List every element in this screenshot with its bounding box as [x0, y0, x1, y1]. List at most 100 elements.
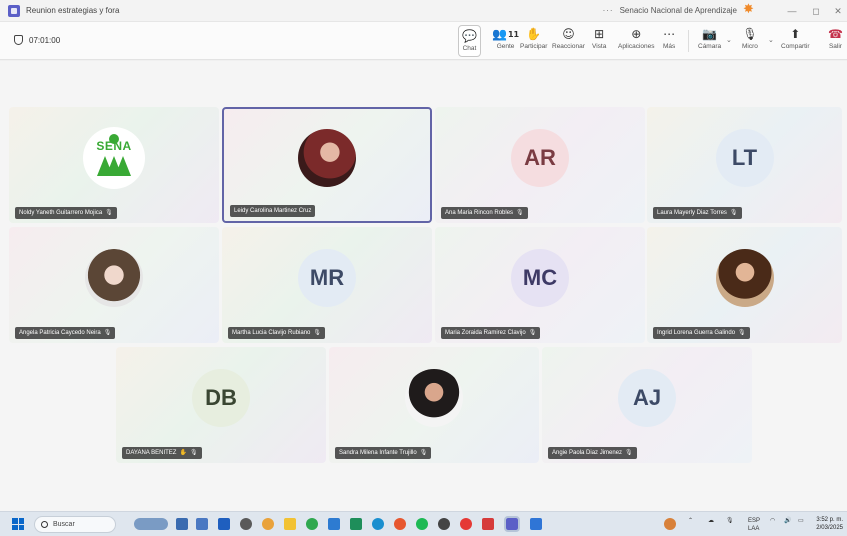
- participant-tile[interactable]: MR Martha Lucia Clavijo Rubiano 🎙: [222, 227, 432, 343]
- battery-icon[interactable]: ▭: [798, 517, 804, 524]
- close-icon[interactable]: ✕: [831, 4, 845, 18]
- leave-button[interactable]: ☎ Salir: [828, 25, 843, 57]
- participant-nameplate: Martha Lucia Clavijo Rubiano 🎙: [228, 327, 325, 339]
- clock-date: 2/03/2025: [816, 525, 843, 531]
- camera-label: Cámara: [698, 43, 722, 50]
- react-button[interactable]: ☺ Reaccionar: [552, 25, 585, 57]
- people-button[interactable]: 👥 11 Gente: [492, 25, 519, 57]
- spotify-icon[interactable]: [416, 518, 428, 530]
- chatgpt-icon[interactable]: [240, 518, 252, 530]
- mic-options-chevron-icon[interactable]: ⌄: [768, 36, 774, 44]
- organization-name: Senacio Nacional de Aprendizaje: [619, 6, 737, 15]
- word-icon[interactable]: [530, 518, 542, 530]
- search-label: Buscar: [53, 521, 75, 528]
- window-title: Reunion estrategias y fora: [26, 6, 120, 15]
- mic-muted-icon: 🎙: [105, 210, 113, 216]
- minimize-icon[interactable]: —: [785, 4, 799, 18]
- camera-button[interactable]: 📷 Cámara: [698, 25, 721, 57]
- view-button[interactable]: ⊞ Vista: [592, 25, 606, 57]
- people-count: 11: [507, 29, 520, 39]
- timer-value: 07:01:00: [29, 35, 61, 45]
- taskbar-clock[interactable]: 3:52 p. m. 2/03/2025: [816, 516, 843, 532]
- participant-avatar: AJ: [618, 369, 676, 427]
- participant-tile[interactable]: SENA Noldy Yaneth Guitarrero Mojica 🎙: [9, 107, 219, 223]
- more-options-icon[interactable]: ···: [603, 6, 614, 15]
- sena-logo: SENA: [83, 127, 145, 189]
- participant-tile[interactable]: Leidy Carolina Martinez Cruz: [222, 107, 432, 223]
- participant-tile[interactable]: DB DAYANA BENITEZ ✋ 🎙: [116, 347, 326, 463]
- participant-tile[interactable]: AJ Angie Paola Diaz Jimenez 🎙: [542, 347, 752, 463]
- mic-label: Micro: [742, 43, 758, 50]
- file-explorer-icon[interactable]: [284, 518, 296, 530]
- edge-icon[interactable]: [372, 518, 384, 530]
- organization-logo-icon: [743, 1, 757, 18]
- youtube-icon[interactable]: [482, 518, 494, 530]
- participant-name: Noldy Yaneth Guitarrero Mojica: [19, 210, 103, 216]
- windows-start-icon[interactable]: [12, 518, 24, 530]
- shield-icon: [14, 35, 23, 45]
- participant-avatar: MR: [298, 249, 356, 307]
- chat-icon: 💬: [462, 29, 477, 43]
- participant-tile[interactable]: MC Maria Zoraida Ramirez Clavijo 🎙: [435, 227, 645, 343]
- participant-photo: [85, 249, 143, 307]
- participant-name: Angie Paola Diaz Jimenez: [552, 450, 623, 456]
- wifi-icon[interactable]: ◠: [770, 517, 775, 524]
- participant-nameplate: Sandra Milena Infante Trujillo 🎙: [335, 447, 432, 459]
- store-icon[interactable]: [328, 518, 340, 530]
- input-language[interactable]: ESP LAA: [748, 517, 760, 533]
- onedrive-icon[interactable]: ☁: [708, 517, 714, 524]
- more-label: Más: [663, 43, 676, 50]
- recording-icon[interactable]: [460, 518, 472, 530]
- mic-button[interactable]: 🎙 Micro: [742, 25, 758, 57]
- excel-icon[interactable]: [350, 518, 362, 530]
- more-button[interactable]: ⋯ Más: [663, 25, 675, 57]
- apps-button[interactable]: ⊕ Aplicaciones: [618, 25, 655, 57]
- outlook-icon[interactable]: [218, 518, 230, 530]
- camera-options-chevron-icon[interactable]: ⌄: [726, 36, 732, 44]
- media-icon[interactable]: [438, 518, 450, 530]
- participant-nameplate: Ingrid Lorena Guerra Galindo 🎙: [653, 327, 750, 339]
- chat-button[interactable]: 💬 Chat: [458, 25, 481, 57]
- participant-tile[interactable]: Angela Patricia Caycedo Neira 🎙: [9, 227, 219, 343]
- taskbar-search[interactable]: Buscar: [34, 516, 116, 533]
- organization-switcher[interactable]: ··· Senacio Nacional de Aprendizaje: [603, 1, 757, 18]
- react-label: Reaccionar: [552, 43, 585, 50]
- view-label: Vista: [592, 43, 607, 50]
- tray-chevron-icon[interactable]: ⌃: [688, 517, 693, 524]
- grid-view-icon: ⊞: [594, 27, 605, 41]
- participant-tile[interactable]: Ingrid Lorena Guerra Galindo 🎙: [647, 227, 842, 343]
- mic-muted-icon: 🎙: [738, 330, 746, 336]
- restore-icon[interactable]: ◻: [809, 4, 823, 18]
- firefox-icon[interactable]: [394, 518, 406, 530]
- share-button[interactable]: ⬆ Compartir: [781, 25, 810, 57]
- teams-taskbar-icon[interactable]: [504, 516, 520, 532]
- app-icon[interactable]: [196, 518, 208, 530]
- whatsapp-icon[interactable]: [306, 518, 318, 530]
- participant-tile[interactable]: Sandra Milena Infante Trujillo 🎙: [329, 347, 539, 463]
- chrome-icon[interactable]: [262, 518, 274, 530]
- participant-name: Sandra Milena Infante Trujillo: [339, 450, 417, 456]
- participant-tile[interactable]: AR Ana Maria Rincon Robles 🎙: [435, 107, 645, 223]
- toolbar-divider: [688, 30, 689, 52]
- widgets-icon[interactable]: [134, 518, 168, 530]
- participant-tile[interactable]: LT Laura Mayerly Diaz Torres 🎙: [647, 107, 842, 223]
- meeting-stage: SENA Noldy Yaneth Guitarrero Mojica 🎙 Le…: [0, 61, 847, 511]
- task-view-icon[interactable]: [176, 518, 188, 530]
- volume-icon[interactable]: 🔊: [784, 517, 791, 524]
- participant-name: Ingrid Lorena Guerra Galindo: [657, 330, 736, 336]
- hang-up-icon: ☎: [828, 27, 843, 41]
- participant-name: Angela Patricia Caycedo Neira: [19, 330, 101, 336]
- mic-muted-icon: 🎙: [189, 450, 198, 456]
- mic-muted-icon: 🎙: [419, 450, 428, 456]
- weather-icon[interactable]: [664, 518, 676, 530]
- participant-nameplate: DAYANA BENITEZ ✋ 🎙: [122, 447, 202, 459]
- chat-label: Chat: [462, 45, 477, 52]
- participant-name: Ana Maria Rincon Robles: [445, 210, 514, 216]
- raise-hand-button[interactable]: ✋ Participar: [520, 25, 547, 57]
- share-screen-icon: ⬆: [790, 27, 801, 41]
- participant-avatar: LT: [715, 129, 774, 187]
- participant-nameplate: Angie Paola Diaz Jimenez 🎙: [548, 447, 637, 459]
- participant-nameplate: Ana Maria Rincon Robles 🎙: [441, 207, 528, 219]
- mic-tray-icon[interactable]: 🎙: [726, 517, 734, 524]
- leave-label: Salir: [828, 43, 842, 50]
